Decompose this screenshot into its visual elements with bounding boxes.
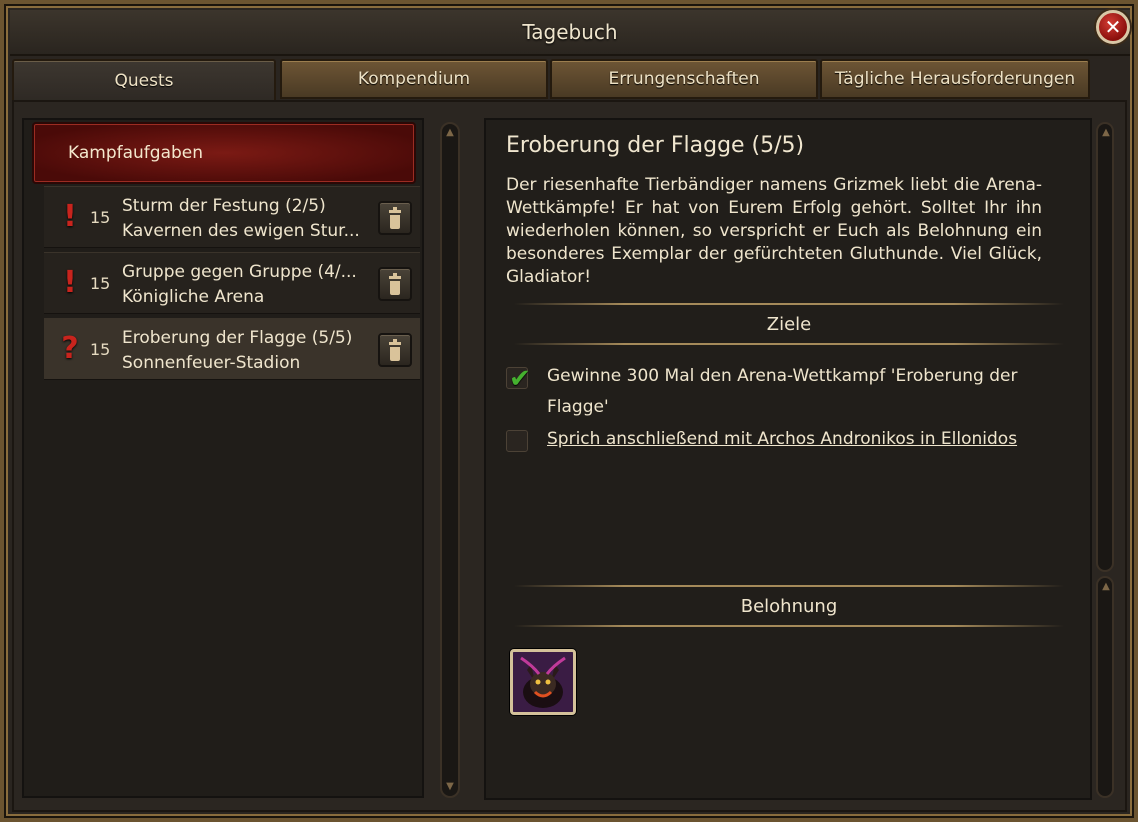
tab-kompendium[interactable]: Kompendium [280,59,548,99]
reward-header: Belohnung [494,585,1084,627]
category-label: Kampfaufgaben [68,143,204,163]
tab-quests[interactable]: Quests [12,59,276,101]
scroll-up-icon[interactable]: ▲ [1099,580,1113,594]
objective-npc-link[interactable]: Sprich anschließend mit Archos Androniko… [547,424,1047,455]
scroll-down-icon[interactable]: ▼ [443,780,457,794]
quest-list-item-selected[interactable]: ? 15 Eroberung der Flagge (5/5) Sonnenfe… [44,318,420,380]
quest-title: Gruppe gegen Gruppe (4/... [122,262,357,282]
objectives-header-label: Ziele [766,313,812,335]
quest-list-scrollbar[interactable]: ▲ ▼ [440,122,460,798]
delete-quest-button[interactable] [378,333,412,367]
quest-title: Eroberung der Flagge (5/5) [122,328,353,348]
delete-quest-button[interactable] [378,201,412,235]
title-bar: Tagebuch [10,10,1130,56]
reward-header-label: Belohnung [740,595,838,617]
objective-text: Gewinne 300 Mal den Arena-Wettkampf 'Ero… [547,366,1018,417]
gluthund-pet-icon [513,652,573,712]
quest-list-item[interactable]: ! 15 Gruppe gegen Gruppe (4/... Königlic… [44,252,420,314]
exclamation-icon: ! [63,199,77,234]
quest-level: 15 [90,274,111,293]
quest-location: Königliche Arena [122,287,265,307]
quest-location: Sonnenfeuer-Stadion [122,353,301,373]
quest-description: Der riesenhafte Tierbändiger namens Griz… [506,175,1042,287]
tab-bar: Quests Kompendium Errungenschaften Tägli… [12,59,1127,101]
category-header[interactable]: Kampfaufgaben [32,122,416,184]
quest-title: Sturm der Festung (2/5) [122,196,326,216]
tab-taegliche-herausforderungen[interactable]: Tägliche Herausforderungen [820,59,1090,99]
close-icon: ✕ [1104,15,1122,39]
objectives-header: Ziele [494,303,1084,345]
checkmark-icon: ✔ [509,364,531,394]
quest-location: Kavernen des ewigen Stur... [122,221,360,241]
scroll-up-icon[interactable]: ▲ [1099,126,1113,140]
quest-detail-title: Eroberung der Flagge (5/5) [506,133,805,158]
question-icon: ? [61,331,79,366]
reward-item-slot[interactable] [510,649,576,715]
scroll-up-icon[interactable]: ▲ [443,126,457,140]
objective-checkbox: ✔ [506,364,531,394]
reward-scrollbar[interactable]: ▲ [1096,576,1114,798]
window-title: Tagebuch [522,20,618,44]
close-button[interactable]: ✕ [1096,10,1130,44]
objective-checkbox [506,430,528,452]
tab-errungenschaften[interactable]: Errungenschaften [550,59,818,99]
quest-list-item[interactable]: ! 15 Sturm der Festung (2/5) Kavernen de… [44,186,420,248]
exclamation-icon: ! [63,265,77,300]
quest-level: 15 [90,208,111,227]
delete-quest-button[interactable] [378,267,412,301]
quest-level: 15 [90,340,111,359]
detail-scrollbar[interactable]: ▲ [1096,122,1114,572]
